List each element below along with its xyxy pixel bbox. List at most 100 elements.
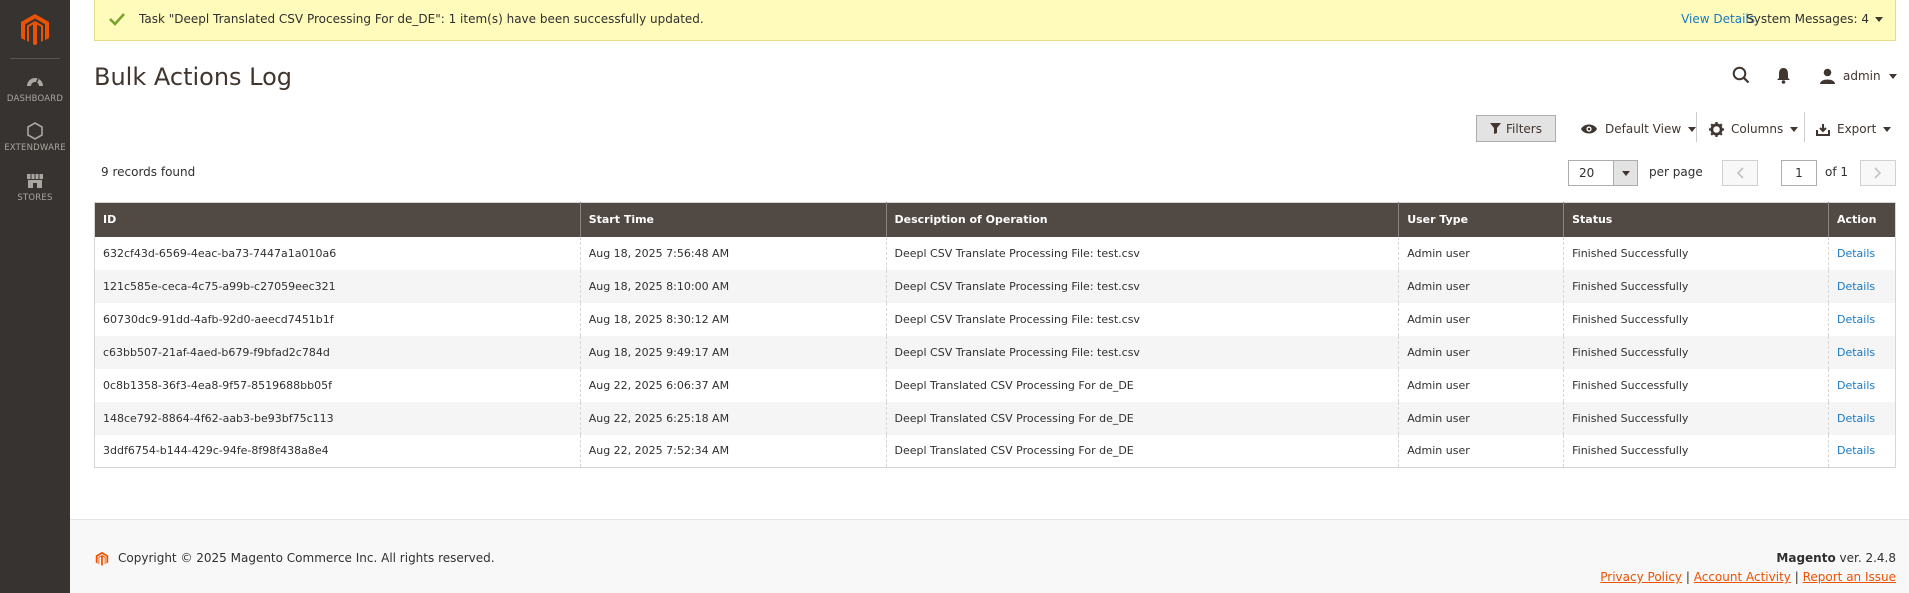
sidebar-divider: [10, 58, 60, 59]
cell-start-time: Aug 22, 2025 7:52:34 AM: [579, 434, 887, 468]
per-page-toggle[interactable]: [1613, 161, 1637, 185]
filters-button[interactable]: Filters: [1476, 115, 1556, 142]
details-link[interactable]: Details: [1827, 236, 1896, 270]
details-link[interactable]: Details: [1827, 302, 1896, 336]
filters-label: Filters: [1506, 121, 1542, 136]
brand-name: Magento: [1776, 551, 1836, 565]
sidebar-item-stores[interactable]: STORES: [0, 172, 70, 218]
search-icon[interactable]: [1732, 66, 1750, 84]
cell-description: Deepl Translated CSV Processing For de_D…: [885, 434, 1399, 468]
cell-user-type: Admin user: [1398, 236, 1564, 270]
table-row: 632cf43d-6569-4eac-ba73-7447a1a010a6 Aug…: [94, 236, 1896, 270]
column-header-description[interactable]: Description of Operation: [885, 202, 1399, 237]
per-page-select[interactable]: 20: [1568, 160, 1638, 186]
cell-id: c63bb507-21af-4aed-b679-f9bfad2c784d: [94, 335, 581, 369]
previous-page-button[interactable]: [1722, 160, 1758, 186]
per-page-value: 20: [1579, 166, 1595, 180]
table-row: 60730dc9-91dd-4afb-92d0-aeecd7451b1f Aug…: [94, 302, 1896, 336]
cell-start-time: Aug 22, 2025 6:25:18 AM: [579, 401, 887, 435]
chevron-down-icon: [1621, 170, 1630, 176]
export-icon: [1816, 123, 1830, 136]
column-header-id[interactable]: ID: [94, 202, 581, 237]
user-account-menu[interactable]: admin: [1820, 67, 1897, 85]
chevron-down-icon: [1790, 126, 1799, 132]
grid-header-row: ID Start Time Description of Operation U…: [94, 202, 1896, 237]
filter-icon: [1490, 123, 1501, 134]
details-link[interactable]: Details: [1827, 401, 1896, 435]
report-issue-link[interactable]: Report an Issue: [1803, 570, 1896, 584]
cell-id: 121c585e-ceca-4c75-a99b-c27059eec321: [94, 269, 581, 303]
cell-description: Deepl CSV Translate Processing File: tes…: [885, 335, 1399, 369]
cell-start-time: Aug 18, 2025 7:56:48 AM: [579, 236, 887, 270]
version-text: ver. 2.4.8: [1835, 551, 1896, 565]
sidebar-item-label: DASHBOARD: [6, 94, 64, 104]
chevron-down-icon: [1883, 126, 1892, 132]
cell-user-type: Admin user: [1398, 368, 1564, 402]
sidebar-item-dashboard[interactable]: DASHBOARD: [0, 73, 70, 119]
sidebar-item-label: STORES: [17, 193, 53, 203]
privacy-policy-link[interactable]: Privacy Policy: [1600, 570, 1682, 584]
cell-description: Deepl Translated CSV Processing For de_D…: [885, 401, 1399, 435]
table-row: 3ddf6754-b144-429c-94fe-8f98f438a8e4 Aug…: [94, 434, 1896, 468]
export-label: Export: [1837, 122, 1877, 136]
chevron-right-icon: [1874, 167, 1882, 179]
records-count: 9 records found: [101, 165, 196, 179]
sidebar-item-extendware[interactable]: EXTENDWARE: [0, 122, 70, 168]
cell-id: 3ddf6754-b144-429c-94fe-8f98f438a8e4: [94, 434, 581, 468]
account-activity-link[interactable]: Account Activity: [1694, 570, 1791, 584]
system-messages-toggle[interactable]: System Messages: 4: [1746, 12, 1883, 26]
columns-label: Columns: [1731, 122, 1784, 136]
success-message: Task "Deepl Translated CSV Processing Fo…: [94, 0, 1896, 41]
default-view-dropdown[interactable]: Default View: [1580, 120, 1697, 138]
chevron-down-icon: [1875, 17, 1883, 22]
cell-user-type: Admin user: [1398, 434, 1564, 468]
details-link[interactable]: Details: [1827, 269, 1896, 303]
message-text: Task "Deepl Translated CSV Processing Fo…: [139, 12, 704, 26]
next-page-button[interactable]: [1860, 160, 1896, 186]
column-header-action: Action: [1827, 202, 1896, 237]
total-pages: of 1: [1825, 165, 1849, 179]
link-separator: |: [1685, 570, 1690, 584]
cell-status: Finished Successfully: [1563, 401, 1829, 435]
table-row: 148ce792-8864-4f62-aab3-be93bf75c113 Aug…: [94, 401, 1896, 435]
magento-logo-icon[interactable]: [17, 12, 53, 48]
page-number-input[interactable]: 1: [1781, 160, 1817, 186]
column-header-user-type[interactable]: User Type: [1398, 202, 1564, 237]
column-header-start-time[interactable]: Start Time: [579, 202, 887, 237]
columns-dropdown[interactable]: Columns: [1709, 120, 1799, 138]
cell-user-type: Admin user: [1398, 269, 1564, 303]
cell-start-time: Aug 18, 2025 8:30:12 AM: [579, 302, 887, 336]
chevron-left-icon: [1736, 167, 1744, 179]
user-icon: [1820, 68, 1835, 84]
admin-sidebar: DASHBOARD EXTENDWARE STORES: [0, 0, 70, 593]
checkmark-icon: [109, 13, 125, 26]
view-details-link[interactable]: View Details: [1681, 12, 1755, 26]
cell-start-time: Aug 18, 2025 9:49:17 AM: [579, 335, 887, 369]
export-dropdown[interactable]: Export: [1816, 120, 1892, 138]
cell-status: Finished Successfully: [1563, 302, 1829, 336]
main-content: Task "Deepl Translated CSV Processing Fo…: [70, 0, 1909, 593]
cell-description: Deepl CSV Translate Processing File: tes…: [885, 302, 1399, 336]
footer-links: Privacy Policy | Account Activity | Repo…: [1600, 570, 1896, 584]
cell-id: 148ce792-8864-4f62-aab3-be93bf75c113: [94, 401, 581, 435]
dashboard-icon: [27, 78, 43, 87]
details-link[interactable]: Details: [1827, 335, 1896, 369]
cell-id: 60730dc9-91dd-4afb-92d0-aeecd7451b1f: [94, 302, 581, 336]
column-header-status[interactable]: Status: [1563, 202, 1829, 237]
cell-status: Finished Successfully: [1563, 368, 1829, 402]
toolbar-divider: [1696, 112, 1697, 142]
bell-icon[interactable]: [1776, 67, 1791, 84]
cell-user-type: Admin user: [1398, 401, 1564, 435]
system-messages-label: System Messages: 4: [1746, 12, 1869, 26]
table-row: c63bb507-21af-4aed-b679-f9bfad2c784d Aug…: [94, 335, 1896, 369]
version-info: Magento ver. 2.4.8: [1776, 551, 1896, 565]
cell-description: Deepl CSV Translate Processing File: tes…: [885, 236, 1399, 270]
copyright-text: Copyright © 2025 Magento Commerce Inc. A…: [118, 551, 495, 565]
cell-user-type: Admin user: [1398, 335, 1564, 369]
user-name: admin: [1843, 69, 1881, 83]
eye-icon: [1581, 124, 1597, 134]
cell-description: Deepl Translated CSV Processing For de_D…: [885, 368, 1399, 402]
details-link[interactable]: Details: [1827, 368, 1896, 402]
details-link[interactable]: Details: [1827, 434, 1896, 468]
sidebar-item-label: EXTENDWARE: [4, 143, 66, 153]
